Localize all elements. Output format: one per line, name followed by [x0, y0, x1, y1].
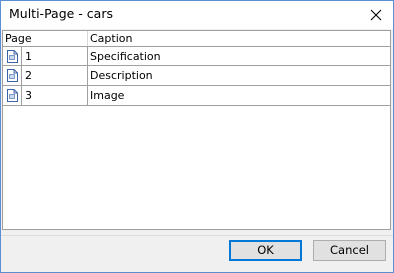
grid-rows: 1 Specification 2 Description 3 Image [3, 46, 390, 106]
page-number-cell[interactable]: 2 [22, 66, 88, 85]
table-row[interactable]: 1 Specification [3, 46, 390, 66]
page-number-cell[interactable]: 3 [22, 86, 88, 105]
caption-cell[interactable]: Description [88, 66, 390, 85]
page-icon [3, 47, 22, 65]
close-icon [370, 9, 382, 21]
grid-header: Page Caption [3, 31, 390, 46]
page-icon [3, 86, 22, 105]
dialog-window: Multi-Page - cars Page Caption 1 Specifi… [0, 0, 394, 273]
caption-cell[interactable]: Image [88, 86, 390, 105]
table-row[interactable]: 2 Description [3, 66, 390, 86]
column-header-page[interactable]: Page [3, 31, 88, 46]
ok-button[interactable]: OK [229, 240, 302, 261]
close-button[interactable] [359, 1, 393, 29]
title-bar[interactable]: Multi-Page - cars [1, 1, 393, 29]
window-title: Multi-Page - cars [9, 6, 113, 21]
column-header-caption[interactable]: Caption [88, 31, 390, 46]
caption-cell[interactable]: Specification [88, 47, 390, 65]
table-row[interactable]: 3 Image [3, 86, 390, 106]
footer-divider [1, 235, 393, 236]
pages-grid[interactable]: Page Caption 1 Specification 2 Descripti… [2, 30, 391, 230]
page-icon [3, 66, 22, 85]
dialog-body: Page Caption 1 Specification 2 Descripti… [1, 29, 393, 272]
cancel-button[interactable]: Cancel [313, 240, 386, 261]
page-number-cell[interactable]: 1 [22, 47, 88, 65]
